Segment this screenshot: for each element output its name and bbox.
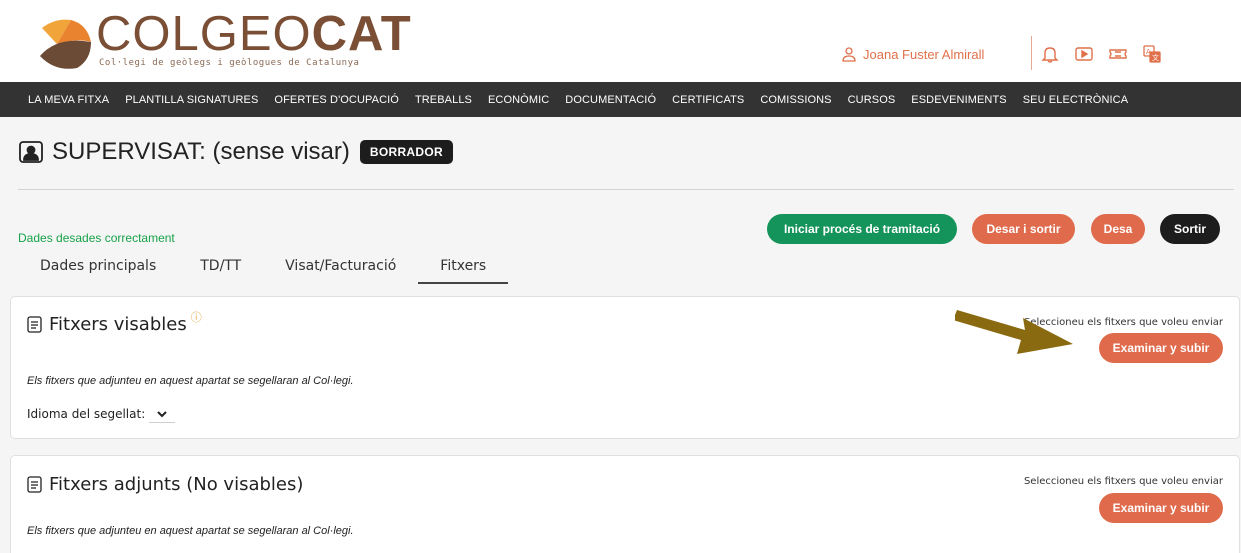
ticket-icon[interactable]: [1108, 44, 1128, 64]
nav-item-la-meva-fitxa[interactable]: LA MEVA FITXA: [28, 94, 109, 106]
nav-item-ofertes-ocupacio[interactable]: OFERTES D'OCUPACIÓ: [274, 94, 399, 106]
start-processing-button[interactable]: Iniciar procés de tramitació: [767, 214, 957, 244]
nav-item-certificats[interactable]: CERTIFICATS: [672, 94, 744, 106]
attached-note: Els fitxers que adjunteu en aquest apart…: [27, 525, 354, 537]
header-separator: [1031, 36, 1032, 70]
nav-item-cursos[interactable]: CURSOS: [848, 94, 896, 106]
visable-upload-button[interactable]: Examinar y subir: [1099, 333, 1223, 363]
logo-subtitle: Col·legi de geòlegs i geòlogues de Catal…: [99, 58, 360, 68]
attached-files-title-row: Fitxers adjunts (No visables): [27, 474, 303, 495]
tab-dades-principals[interactable]: Dades principals: [18, 252, 178, 284]
save-button[interactable]: Desa: [1091, 214, 1145, 244]
attached-upload-button[interactable]: Examinar y subir: [1099, 493, 1223, 523]
tab-fitxers[interactable]: Fitxers: [418, 252, 509, 284]
site-header: COLGEOCAT Col·legi de geòlegs i geòlogue…: [0, 0, 1241, 82]
document-icon: [27, 476, 42, 493]
nav-item-seu-electronica[interactable]: SEU ELECTRÒNICA: [1023, 94, 1128, 106]
nav-item-esdeveniments[interactable]: ESDEVENIMENTS: [911, 94, 1006, 106]
info-icon[interactable]: ⓘ: [191, 309, 202, 325]
chevron-down-icon: [157, 410, 167, 417]
user-icon: [842, 47, 856, 62]
title-divider: [18, 189, 1234, 190]
attached-files-panel: Fitxers adjunts (No visables) Seleccione…: [10, 455, 1240, 553]
saved-message: Dades desades correctament: [18, 231, 175, 245]
visable-files-title: Fitxers visables: [49, 314, 187, 335]
logo-mark-icon[interactable]: [37, 14, 93, 70]
nav-item-documentacio[interactable]: DOCUMENTACIÓ: [565, 94, 656, 106]
document-icon: [27, 316, 42, 333]
page-title: SUPERVISAT: (sense visar): [52, 138, 350, 165]
svg-text:文: 文: [1152, 53, 1159, 62]
exit-button[interactable]: Sortir: [1160, 214, 1220, 244]
attached-files-title: Fitxers adjunts (No visables): [49, 474, 304, 495]
video-icon[interactable]: [1074, 44, 1094, 64]
visable-files-title-row: Fitxers visables ⓘ: [27, 311, 202, 335]
tab-td-tt[interactable]: TD/TT: [178, 252, 263, 284]
language-label: Idioma del segellat:: [27, 407, 146, 421]
annotation-arrow-icon: [955, 310, 1073, 354]
page-title-row: SUPERVISAT: (sense visar) BORRADOR: [18, 138, 453, 166]
tab-visat-facturacio[interactable]: Visat/Facturació: [263, 252, 418, 284]
user-menu[interactable]: Joana Fuster Almirall: [841, 46, 984, 62]
nav-item-economic[interactable]: ECONÒMIC: [488, 94, 549, 106]
tab-bar: Dades principals TD/TT Visat/Facturació …: [18, 252, 509, 284]
translate-icon[interactable]: A 文: [1142, 44, 1162, 64]
status-badge: BORRADOR: [359, 140, 453, 164]
nav-item-comissions[interactable]: COMISSIONS: [760, 94, 831, 106]
language-row: Idioma del segellat:: [27, 405, 176, 423]
attached-select-label: Seleccioneu els fitxers que voleu enviar: [1023, 476, 1223, 487]
bell-icon[interactable]: [1040, 44, 1060, 64]
contact-card-icon: [19, 141, 43, 163]
main-nav: LA MEVA FITXA PLANTILLA SIGNATURES OFERT…: [0, 82, 1241, 117]
logo-text[interactable]: COLGEOCAT: [96, 10, 412, 59]
visable-note: Els fitxers que adjunteu en aquest apart…: [27, 375, 354, 387]
user-name: Joana Fuster Almirall: [863, 46, 985, 62]
save-and-exit-button[interactable]: Desar i sortir: [972, 214, 1075, 244]
header-icons: A 文: [1040, 44, 1162, 64]
nav-item-treballs[interactable]: TREBALLS: [415, 94, 472, 106]
nav-item-plantilla-signatures[interactable]: PLANTILLA SIGNATURES: [125, 94, 258, 106]
language-select[interactable]: [149, 405, 176, 423]
